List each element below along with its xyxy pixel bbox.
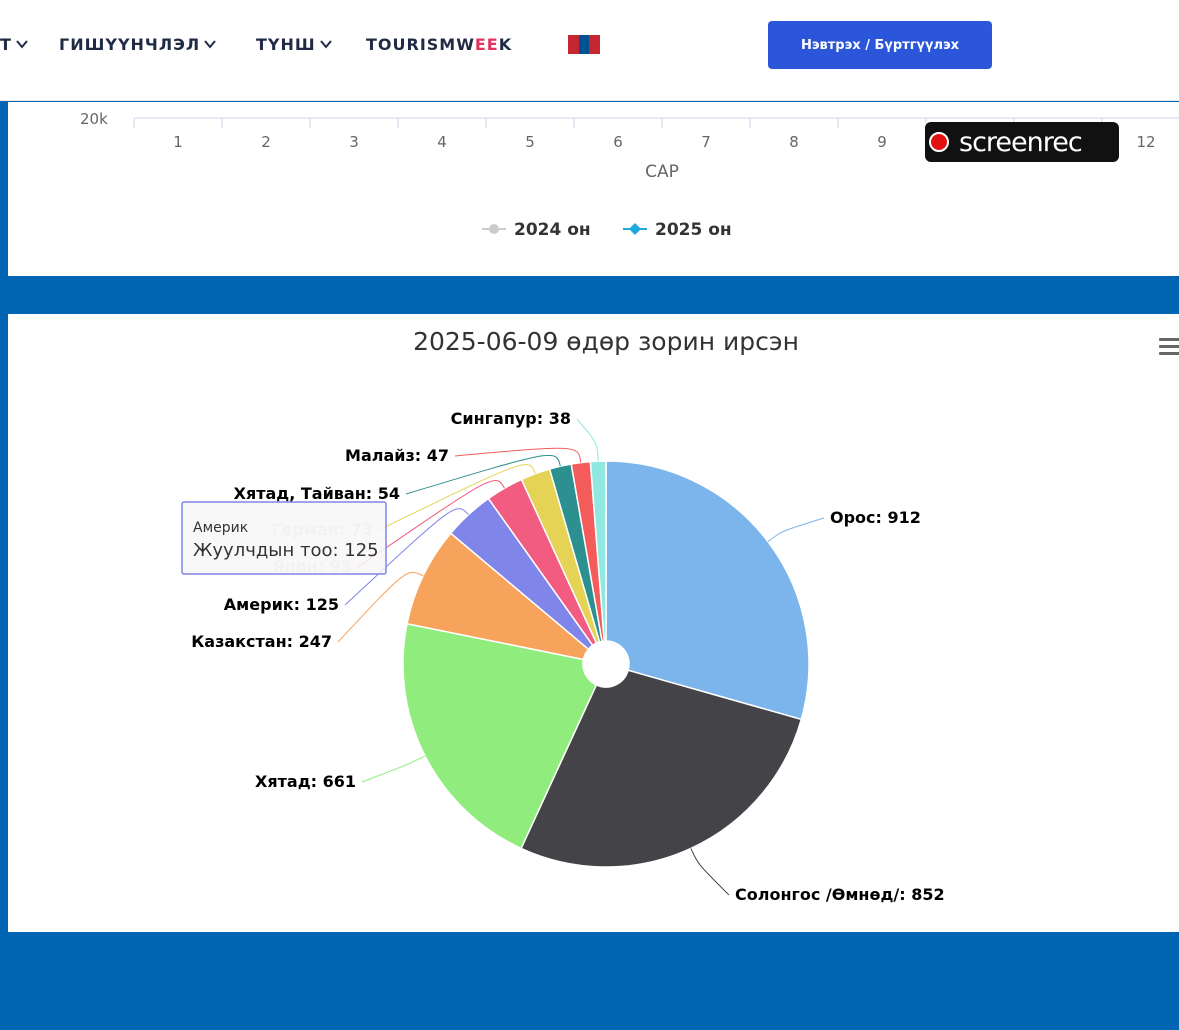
x-tick-label: 9 [877, 133, 887, 151]
y-tick-label: 20k [80, 110, 108, 128]
tooltip-box [181, 501, 387, 575]
x-tick-label: 12 [1136, 133, 1155, 151]
x-tick-label: 6 [613, 133, 623, 151]
screenrec-watermark: screenrec [925, 122, 1119, 162]
nav-item-membership[interactable]: ГИШҮҮНЧЛЭЛ [59, 33, 218, 55]
mongolia-flag-icon[interactable] [568, 35, 601, 54]
legend-label: 2025 он [655, 220, 732, 240]
chevron-down-icon [319, 40, 332, 49]
data-label: Казакстан: 247 [191, 632, 332, 651]
x-tick-label: 2 [261, 133, 271, 151]
nav-item-tourismweek[interactable]: TOURISMW EE K [366, 33, 512, 55]
connector-line [576, 418, 599, 462]
nav-item-label: Т [0, 34, 12, 54]
legend-marker [489, 224, 499, 234]
tooltip-value: Жуулчдын тоо: 125 [193, 540, 379, 561]
nav-item-partner[interactable]: ТҮНШ [256, 33, 334, 55]
chart-menu-icon[interactable] [1159, 338, 1179, 358]
legend-label: 2024 он [514, 220, 591, 240]
x-tick-label: 4 [437, 133, 447, 151]
data-label: Америк: 125 [224, 595, 339, 614]
login-register-button[interactable]: Нэвтрэх / Бүртгүүлэх [768, 21, 992, 69]
connector-line [361, 755, 426, 783]
tourismweek-label-end: K [498, 34, 513, 54]
tooltip: Америк Жуулчдын тоо: 125 [181, 501, 387, 575]
chevron-down-icon [16, 40, 28, 49]
x-tick-label: 5 [525, 133, 535, 151]
x-tick-label: 3 [349, 133, 359, 151]
nav-item-truncated[interactable]: Т [0, 33, 30, 55]
nav-item-label: ГИШҮҮНЧЛЭЛ [59, 34, 201, 54]
x-tick-label: 7 [701, 133, 711, 151]
chart-title: 2025-06-09 өдөр зорин ирсэн [413, 327, 799, 356]
tourismweek-label-start: TOURISMW [366, 34, 475, 54]
legend-marker [629, 223, 641, 235]
record-icon [929, 132, 949, 152]
connector-line [690, 848, 730, 896]
pie-chart: 2025-06-09 өдөр зорин ирсэн Орос: 912 Соло… [181, 327, 945, 904]
data-label: Хятад: 661 [255, 772, 356, 791]
x-tick-label: 8 [789, 133, 799, 151]
chevron-down-icon [204, 40, 216, 49]
x-tick-label: 1 [173, 133, 183, 151]
data-label: Солонгос /Өмнөд/: 852 [735, 885, 945, 904]
connector-line [454, 447, 582, 463]
data-label: Малайз: 47 [345, 446, 449, 465]
nav-item-label: ТҮНШ [256, 34, 316, 54]
top-navigation: Т ГИШҮҮНЧЛЭЛ ТҮНШ TOURISMW EE K Нэвтрэх / … [0, 0, 1179, 101]
connector-line [767, 517, 825, 543]
x-axis-title: САР [645, 162, 679, 182]
screenrec-label: screenrec [959, 126, 1083, 158]
data-label: Хятад, Тайван: 54 [234, 484, 400, 503]
data-label: Орос: 912 [830, 508, 921, 527]
tourismweek-label-accent: EE [474, 34, 499, 54]
tooltip-category: Америк [193, 520, 248, 536]
data-label: Сингапур: 38 [451, 409, 571, 428]
pie-chart-panel: 2025-06-09 өдөр зорин ирсэн Орос: 912 Соло… [8, 314, 1179, 932]
